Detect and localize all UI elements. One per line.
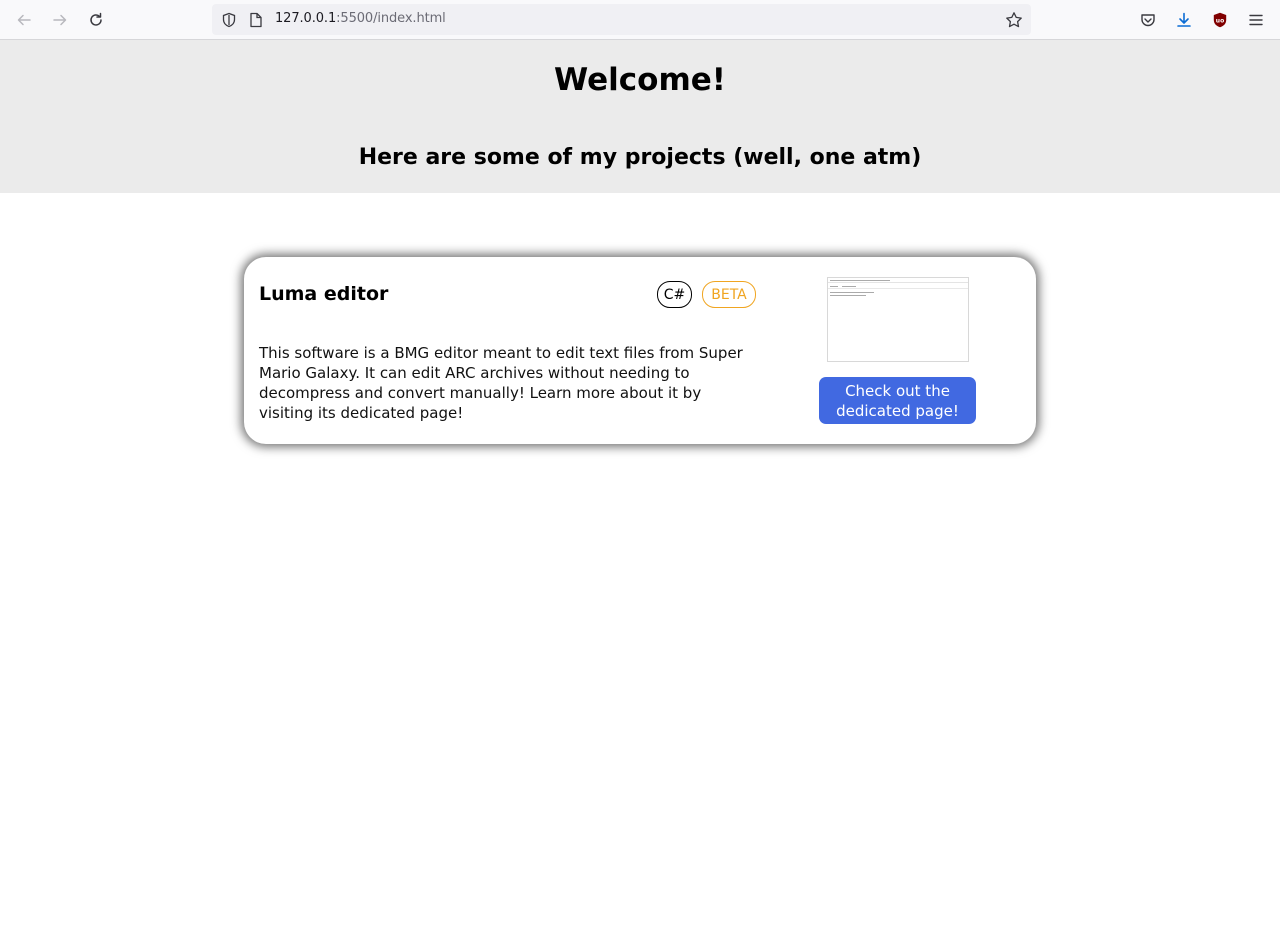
project-description: This software is a BMG editor meant to e… — [259, 344, 743, 422]
browser-toolbar: 127.0.0.1:5500/index.html uo — [0, 0, 1280, 40]
thumbnail-text-line — [830, 292, 874, 293]
page-header: Welcome! Here are some of my projects (w… — [0, 40, 1280, 193]
url-text[interactable]: 127.0.0.1:5500/index.html — [275, 11, 446, 26]
svg-text:uo: uo — [1216, 18, 1224, 25]
project-card: Luma editor C# BETA This software is a B… — [244, 257, 1036, 444]
url-host: 127.0.0.1 — [275, 11, 337, 26]
menu-icon[interactable] — [1244, 8, 1268, 32]
pocket-icon[interactable] — [1136, 8, 1160, 32]
thumbnail-text-line — [830, 280, 890, 281]
forward-icon[interactable] — [48, 8, 72, 32]
page-title: Welcome! — [554, 62, 726, 98]
page-subtitle: Here are some of my projects (well, one … — [358, 145, 922, 170]
download-icon[interactable] — [1172, 8, 1196, 32]
project-title: Luma editor — [259, 283, 389, 305]
url-bar[interactable]: 127.0.0.1:5500/index.html — [212, 4, 1031, 35]
reload-icon[interactable] — [84, 8, 108, 32]
thumbnail-text-line — [830, 295, 866, 296]
page-icon[interactable] — [247, 11, 265, 29]
shield-icon[interactable] — [220, 11, 238, 29]
project-screenshot-thumbnail — [827, 277, 969, 362]
language-badge: C# — [657, 281, 692, 308]
back-icon[interactable] — [12, 8, 36, 32]
bookmark-star-icon[interactable] — [1005, 11, 1023, 29]
status-badge: BETA — [702, 281, 756, 308]
thumbnail-text-line — [842, 286, 856, 287]
url-path: :5500/index.html — [336, 11, 446, 26]
dedicated-page-button[interactable]: Check out the dedicated page! — [819, 377, 976, 424]
thumbnail-text-line — [830, 286, 838, 287]
ublock-icon[interactable]: uo — [1208, 8, 1232, 32]
